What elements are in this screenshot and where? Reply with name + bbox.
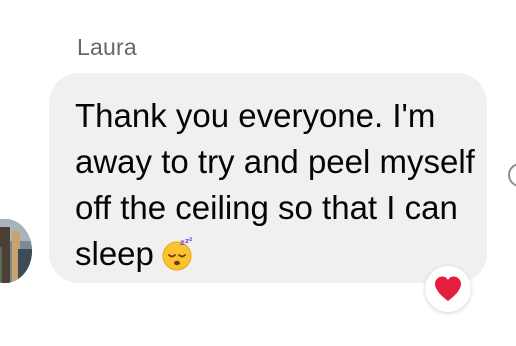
avatar-photo — [0, 219, 32, 283]
heart-icon — [435, 276, 461, 301]
react-icon[interactable] — [508, 163, 516, 187]
message-body: Thank you everyone. I'm away to try and … — [75, 97, 475, 272]
svg-text:z: z — [189, 237, 193, 243]
chat-thread: Laura Thank you everyone. I'm away to tr… — [0, 0, 516, 346]
message-bubble[interactable]: Thank you everyone. I'm away to try and … — [49, 73, 487, 283]
avatar[interactable] — [0, 219, 32, 283]
heart-reaction[interactable] — [425, 266, 471, 312]
sleeping-face-icon: z z z — [160, 236, 194, 283]
sender-name: Laura — [77, 34, 137, 60]
message-text: Thank you everyone. I'm away to try and … — [75, 93, 475, 283]
